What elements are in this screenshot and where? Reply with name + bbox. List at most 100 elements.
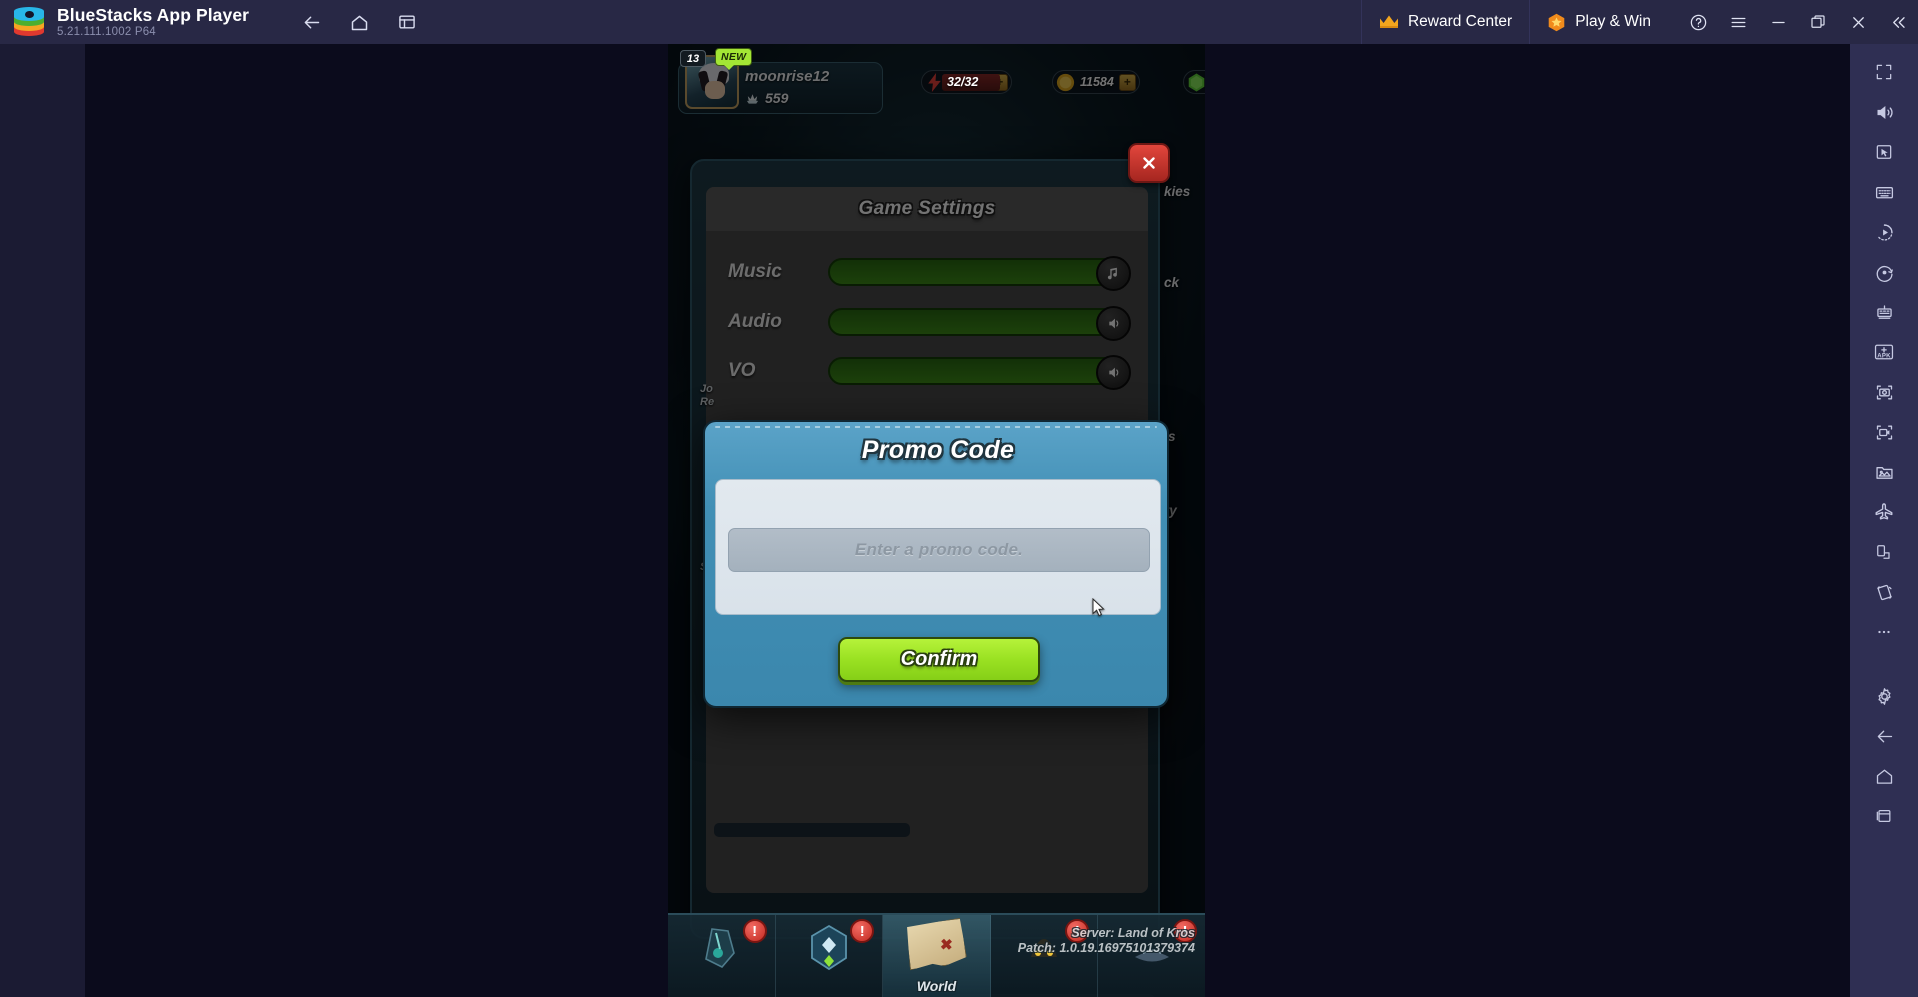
svg-text:APK: APK bbox=[1877, 352, 1891, 359]
game-controls-button[interactable] bbox=[1861, 172, 1907, 212]
close-icon bbox=[1143, 157, 1155, 169]
nav-item-world[interactable]: ✖ World bbox=[883, 915, 991, 997]
more-icon bbox=[1878, 630, 1890, 634]
minimize-icon bbox=[1771, 21, 1785, 23]
promo-code-dialog: Promo Code Enter a promo code. Confirm bbox=[703, 420, 1169, 708]
multi-instance-manager-button[interactable] bbox=[1861, 292, 1907, 332]
fullscreen-icon bbox=[1876, 64, 1892, 80]
hamburger-icon bbox=[1731, 17, 1745, 27]
play-and-win-button[interactable]: Play & Win bbox=[1529, 0, 1668, 44]
airplane-icon bbox=[1875, 503, 1893, 520]
more-button[interactable] bbox=[1861, 612, 1907, 652]
android-back-icon bbox=[1877, 730, 1892, 742]
menu-button[interactable] bbox=[1718, 0, 1758, 44]
media-manager-button[interactable] bbox=[1861, 452, 1907, 492]
bluestacks-logo-icon bbox=[12, 5, 46, 39]
back-button[interactable] bbox=[291, 4, 331, 40]
android-home-icon bbox=[1876, 769, 1892, 784]
script-icon bbox=[1876, 265, 1893, 282]
hex-star-icon bbox=[1547, 13, 1566, 32]
rotate-device-button[interactable] bbox=[1861, 532, 1907, 572]
title-texts: BlueStacks App Player 5.21.111.1002 P64 bbox=[57, 5, 249, 39]
macro-recorder-button[interactable] bbox=[1861, 212, 1907, 252]
rotate-device-icon bbox=[1877, 545, 1890, 559]
titlebar-nav-buttons bbox=[291, 4, 427, 40]
install-apk-button[interactable]: APK bbox=[1861, 332, 1907, 372]
android-recents-button[interactable] bbox=[1861, 796, 1907, 836]
mouse-cursor bbox=[1092, 597, 1105, 617]
help-button[interactable] bbox=[1678, 0, 1718, 44]
eco-mode-button[interactable] bbox=[1861, 492, 1907, 532]
question-circle-icon bbox=[1690, 14, 1706, 30]
confirm-button-label: Confirm bbox=[900, 648, 978, 670]
settings-button[interactable] bbox=[1861, 676, 1907, 716]
arrow-left-icon bbox=[304, 16, 319, 28]
player-level-badge: 13 bbox=[680, 50, 706, 67]
restore-icon bbox=[1811, 15, 1825, 28]
script-button[interactable] bbox=[1861, 252, 1907, 292]
minimize-button[interactable] bbox=[1758, 0, 1798, 44]
map-icon: ✖ bbox=[905, 918, 968, 971]
promo-code-input[interactable]: Enter a promo code. bbox=[728, 528, 1150, 572]
promo-code-placeholder: Enter a promo code. bbox=[854, 540, 1024, 559]
maximize-button[interactable] bbox=[1798, 0, 1838, 44]
game-frame: 13 NEW moonrise12 559 32/32 bbox=[85, 44, 1850, 997]
reward-center-label: Reward Center bbox=[1407, 13, 1513, 30]
cursor-lock-button[interactable] bbox=[1861, 132, 1907, 172]
app-version: 5.21.111.1002 P64 bbox=[57, 26, 156, 39]
volume-button[interactable] bbox=[1861, 92, 1907, 132]
screenshot-icon bbox=[1876, 385, 1892, 399]
confirm-button[interactable]: Confirm bbox=[838, 637, 1040, 682]
game-viewport[interactable]: 13 NEW moonrise12 559 32/32 bbox=[668, 44, 1205, 997]
collapse-sidebar-button[interactable] bbox=[1878, 0, 1918, 44]
gem-hexagon-icon bbox=[802, 923, 856, 973]
play-and-win-label: Play & Win bbox=[1575, 13, 1651, 30]
nav-item-world-label: World bbox=[916, 978, 957, 994]
alert-badge: ! bbox=[1065, 919, 1090, 943]
alert-badge: ! bbox=[850, 919, 875, 943]
macro-recorder-icon bbox=[1877, 223, 1893, 241]
game-bottom-nav: ! ! ✖ World ! ! bbox=[668, 913, 1205, 997]
titlebar: BlueStacks App Player 5.21.111.1002 P64 bbox=[0, 0, 1918, 44]
install-apk-icon: APK bbox=[1874, 344, 1894, 359]
volume-icon bbox=[1877, 105, 1893, 119]
shake-button[interactable] bbox=[1861, 572, 1907, 612]
fullscreen-button[interactable] bbox=[1861, 52, 1907, 92]
nav-item-alchemy[interactable]: ! bbox=[668, 915, 776, 997]
windows-icon bbox=[399, 15, 415, 29]
emulator-sidebar: APK bbox=[1850, 44, 1918, 997]
promo-code-title: Promo Code bbox=[861, 436, 1015, 464]
close-button[interactable] bbox=[1838, 0, 1878, 44]
home-button[interactable] bbox=[339, 4, 379, 40]
android-back-button[interactable] bbox=[1861, 716, 1907, 756]
titlebar-right: Reward Center Play & Win bbox=[1360, 0, 1918, 44]
multi-instance-button[interactable] bbox=[387, 4, 427, 40]
titlebar-left: BlueStacks App Player 5.21.111.1002 P64 bbox=[0, 5, 249, 39]
screenshot-button[interactable] bbox=[1861, 372, 1907, 412]
stamina-value: 32/32 bbox=[947, 75, 979, 89]
emulator-desktop: 13 NEW moonrise12 559 32/32 bbox=[0, 44, 1850, 997]
chevrons-left-icon bbox=[1892, 16, 1905, 28]
reward-center-button[interactable]: Reward Center bbox=[1360, 0, 1529, 44]
nav-item-gems[interactable]: ! bbox=[776, 915, 884, 997]
android-home-button[interactable] bbox=[1861, 756, 1907, 796]
media-manager-icon bbox=[1875, 466, 1893, 479]
close-settings-button[interactable] bbox=[1128, 143, 1170, 183]
nav-item-shop[interactable]: ! bbox=[1098, 915, 1205, 997]
cursor-lock-icon bbox=[1876, 145, 1892, 159]
multi-instance-manager-icon bbox=[1876, 304, 1892, 319]
crown-icon bbox=[1379, 14, 1399, 30]
android-recents-icon bbox=[1876, 809, 1891, 823]
close-icon bbox=[1852, 16, 1864, 28]
settings-gear-icon bbox=[1877, 687, 1891, 705]
keyboard-controls-icon bbox=[1875, 186, 1893, 198]
alert-badge: ! bbox=[742, 919, 767, 943]
record-screen-button[interactable] bbox=[1861, 412, 1907, 452]
shop-icon bbox=[1125, 923, 1179, 973]
alert-badge: ! bbox=[1172, 919, 1197, 943]
nav-item-heroes[interactable]: ! bbox=[991, 915, 1099, 997]
promo-code-body: Enter a promo code. bbox=[715, 479, 1161, 615]
new-badge: NEW bbox=[715, 48, 753, 70]
record-screen-icon bbox=[1876, 425, 1892, 439]
heroes-icon bbox=[1017, 923, 1071, 973]
